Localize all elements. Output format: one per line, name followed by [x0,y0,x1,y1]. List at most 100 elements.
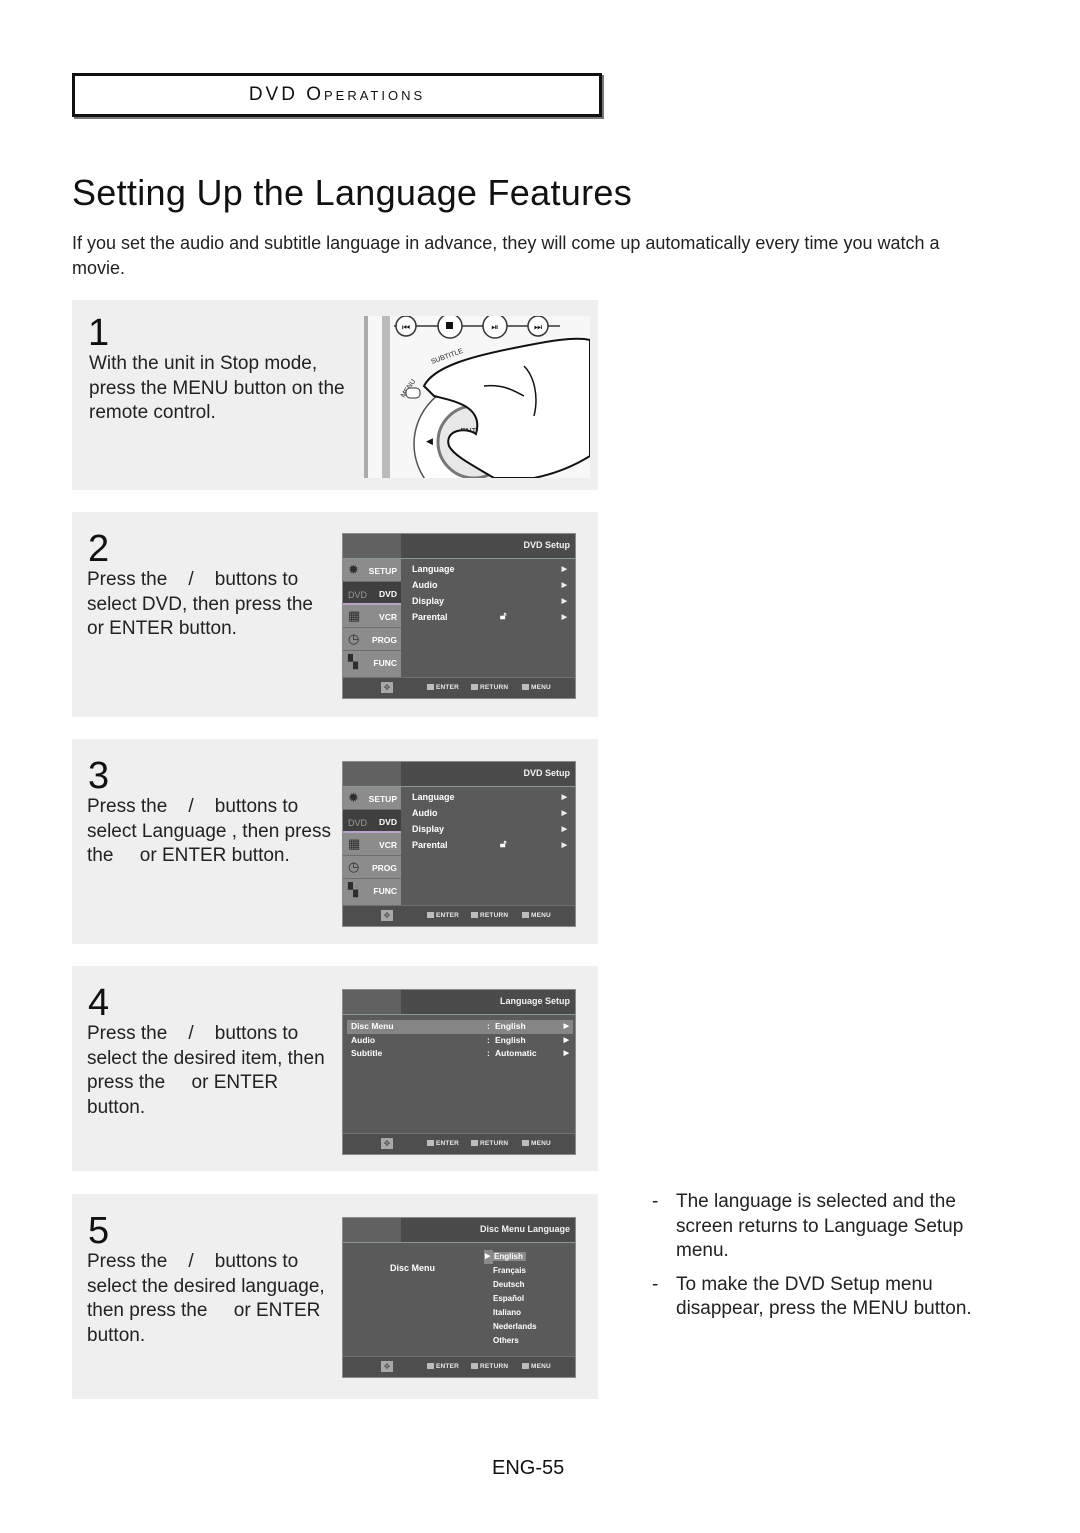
step-instruction: Press the / buttons to select Language ,… [87,795,337,869]
osd-language-option[interactable]: Français [493,1264,537,1278]
osd-sidebar: ✹ SETUP DVD DVD ▦ VCR ◷ PROG ▚ FUNC [343,787,401,905]
return-key-hint: RETURN [471,684,508,691]
osd-language-list: ▶ English Français Deutsch Español Italia… [484,1250,537,1348]
dvd-disc-icon: DVD [348,590,368,600]
osd-side-item-setup[interactable]: ✹ SETUP [343,787,401,810]
chevron-right-icon: ▶ [563,1036,569,1044]
next-track-icon: ⏭ [527,316,549,337]
osd-menu: Language ▶ Audio ▶ Display ▶ Parental 🔓︎ ▶ [412,792,567,856]
instruction-line: the or ENTER button. [87,845,290,866]
navigation-pad-icon: ✥ [381,1138,393,1149]
osd-setting-subtitle[interactable]: Subtitle: Automatic ▶ [347,1047,573,1061]
left-arrow-icon: ◀ [426,436,433,446]
osd-side-item-prog[interactable]: ◷ PROG [343,628,401,651]
clock-icon: ◷ [348,859,360,874]
chevron-right-icon: ▶ [561,794,567,801]
step-1: 1 With the unit in Stop mode, press the … [72,300,598,490]
section-header-label: DVD Operations [248,84,426,105]
step-4: 4 Press the / buttons to select the desi… [72,966,598,1171]
note-item: - The language is selected and the screen… [652,1191,964,1261]
gear-icon: ✹ [348,790,359,805]
navigation-pad-icon: ✥ [381,910,393,921]
osd-menu-item-parental[interactable]: Parental 🔓︎ ▶ [412,839,567,856]
dvd-setup-osd: DVD Setup ✹ SETUP DVD DVD ▦ VCR ◷ PROG ▚ FUNC… [342,761,576,927]
osd-language-option[interactable]: Italiano [493,1306,537,1320]
osd-menu-item-audio[interactable]: Audio ▶ [412,580,567,596]
remote-edge [382,316,390,478]
intro-paragraph: If you set the audio and subtitle langua… [72,233,940,278]
dvd-disc-icon: DVD [348,818,368,828]
menu-key-hint: MENU [522,912,551,919]
osd-setting-label: Disc Menu [390,1263,436,1273]
chevron-right-icon: ▶ [561,842,567,849]
step-number: 4 [88,982,110,1024]
osd-language-option[interactable]: Others [493,1334,537,1348]
step-number: 5 [88,1210,110,1252]
vcr-icon: ▦ [348,836,361,851]
step-number: 3 [88,755,110,797]
osd-settings-list: Disc Menu: English ▶ Audio: English ▶ Subtit… [347,1020,573,1061]
menu-button [405,387,421,399]
osd-setting-disc-menu[interactable]: Disc Menu: English ▶ [347,1020,573,1034]
osd-side-item-dvd[interactable]: DVD DVD [343,810,401,833]
osd-menu-item-audio[interactable]: Audio ▶ [412,808,567,824]
osd-title: Disc Menu Language [479,1224,570,1234]
step-instruction: Press the / buttons to select the desire… [87,1250,337,1348]
osd-menu: Language ▶ Audio ▶ Display ▶ Parental 🔓︎ ▶ [412,564,567,628]
osd-side-item-setup[interactable]: ✹ SETUP [343,559,401,582]
section-header: DVD Operations [72,73,602,117]
menu-key-hint: MENU [522,684,551,691]
osd-side-item-dvd[interactable]: DVD DVD [343,582,401,605]
osd-menu-item-parental[interactable]: Parental 🔓︎ ▶ [412,611,567,628]
chevron-right-icon: ▶ [561,598,567,605]
svg-text:⏮: ⏮ [402,323,410,333]
step-number: 1 [88,312,110,354]
dvd-setup-osd: DVD Setup ✹ SETUP DVD DVD ▦ VCR ◷ PROG ▚ FUNC… [342,533,576,699]
osd-side-item-prog[interactable]: ◷ PROG [343,856,401,879]
play-pause-icon: ⏯ [482,316,508,339]
step-2: 2 Press the / buttons to select DVD, the… [72,512,598,717]
return-key-hint: RETURN [471,1363,508,1370]
navigation-pad-icon: ✥ [381,682,393,693]
osd-language-option[interactable]: Español [493,1292,537,1306]
osd-side-item-func[interactable]: ▚ FUNC [343,879,401,902]
chevron-right-icon: ▶ [561,826,567,833]
menu-key-hint: MENU [522,1140,551,1147]
instruction-line: Press the / buttons to [87,569,299,590]
gear-icon: ✹ [348,562,359,577]
enter-key-hint: ENTER [427,912,459,919]
menu-key-hint: MENU [522,1363,551,1370]
instruction-line: select the desired language, [87,1275,325,1297]
remote-control-illustration: ⏮ ⏯ ⏭ SUBTITLE MENU ENTER ◀ ▶ [364,316,590,478]
instruction-line: button. [87,1324,146,1346]
osd-side-item-vcr[interactable]: ▦ VCR [343,605,401,628]
osd-setting-audio[interactable]: Audio: English ▶ [347,1034,573,1048]
clock-icon: ◷ [348,631,360,646]
instruction-line: select Language , then press [87,820,332,842]
instruction-line: button. [87,1096,146,1118]
prev-track-icon: ⏮ [395,316,417,337]
unlock-icon: 🔓︎ [500,839,507,850]
osd-language-option[interactable]: ▶ English [484,1250,537,1264]
function-icon: ▚ [348,654,358,669]
osd-sidebar: ✹ SETUP DVD DVD ▦ VCR ◷ PROG ▚ FUNC [343,559,401,677]
osd-menu-item-display[interactable]: Display ▶ [412,596,567,612]
instruction-line: Press the / buttons to [87,1023,299,1044]
osd-side-item-func[interactable]: ▚ FUNC [343,651,401,674]
chevron-right-icon: ▶ [561,566,567,573]
instruction-line: Press the / buttons to [87,1251,299,1272]
navigation-pad-icon: ✥ [381,1361,393,1372]
enter-key-hint: ENTER [427,1363,459,1370]
osd-menu-item-language[interactable]: Language ▶ [412,792,567,808]
language-setup-osd: Language Setup Disc Menu: English ▶ Audio:… [342,989,576,1155]
osd-language-option[interactable]: Nederlands [493,1320,537,1334]
return-key-hint: RETURN [471,912,508,919]
osd-menu-item-display[interactable]: Display ▶ [412,824,567,840]
step-instruction: With the unit in Stop mode, press the ME… [89,353,345,423]
chevron-right-icon: ▶ [561,810,567,817]
osd-language-option[interactable]: Deutsch [493,1278,537,1292]
vcr-icon: ▦ [348,608,361,623]
function-icon: ▚ [348,882,358,897]
osd-menu-item-language[interactable]: Language ▶ [412,564,567,580]
osd-side-item-vcr[interactable]: ▦ VCR [343,833,401,856]
